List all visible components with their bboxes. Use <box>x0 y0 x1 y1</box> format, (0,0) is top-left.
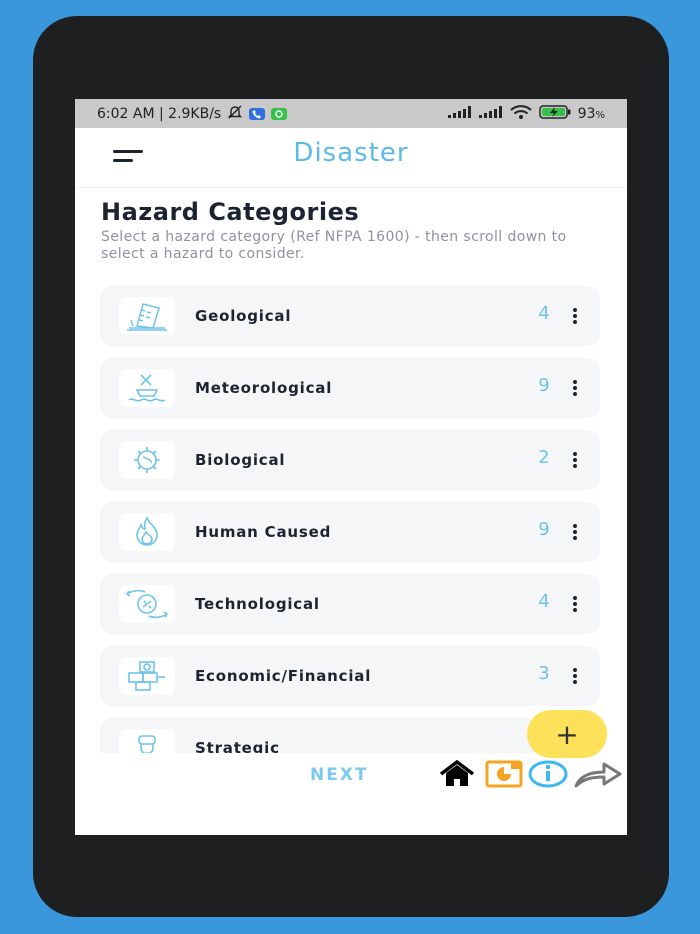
category-count: 4 <box>538 303 550 324</box>
category-label: Geological <box>195 307 292 325</box>
category-item-meteorological[interactable]: Meteorological 9 <box>100 358 600 418</box>
signal-icon <box>447 105 472 122</box>
category-item-technological[interactable]: Technological 4 <box>100 574 600 634</box>
share-icon[interactable] <box>574 760 624 792</box>
info-icon[interactable] <box>528 760 568 792</box>
status-bar: 6:02 AM | 2.9KB/s 93% <box>75 99 627 128</box>
category-item-biological[interactable]: Biological 2 <box>100 430 600 490</box>
wifi-icon <box>509 104 532 123</box>
app-title: Disaster <box>293 138 409 168</box>
more-options-icon[interactable] <box>570 668 580 684</box>
category-item-economic-financial[interactable]: Economic/Financial 3 <box>100 646 600 706</box>
mute-bell-icon <box>227 104 243 124</box>
flood-icon <box>119 369 175 407</box>
call-notification-icon <box>249 107 266 120</box>
category-count: 2 <box>538 447 550 468</box>
category-label: Economic/Financial <box>195 667 372 685</box>
category-count: 3 <box>538 663 550 684</box>
battery-icon <box>538 104 571 123</box>
cycle-arrows-icon <box>119 585 175 623</box>
currency-blocks-icon <box>119 657 175 695</box>
more-options-icon[interactable] <box>570 308 580 324</box>
battery-unit: % <box>595 109 605 121</box>
page-subtitle: Select a hazard category (Ref NFPA 1600)… <box>101 229 567 262</box>
category-count: 9 <box>538 519 550 540</box>
virus-icon <box>119 441 175 479</box>
category-item-geological[interactable]: Geological 4 <box>100 286 600 346</box>
category-label: Human Caused <box>195 523 332 541</box>
report-icon[interactable] <box>485 760 523 792</box>
category-count: 9 <box>538 375 550 396</box>
category-label: Meteorological <box>195 379 333 397</box>
fire-icon <box>119 513 175 551</box>
category-label: Technological <box>195 595 320 613</box>
app-bar: Disaster <box>75 128 627 188</box>
category-list: Geological 4 Meteorological 9 Biological… <box>100 286 600 753</box>
next-button[interactable]: NEXT <box>310 765 369 785</box>
battery-level: 93 <box>577 105 596 122</box>
more-options-icon[interactable] <box>570 596 580 612</box>
category-label: Biological <box>195 451 286 469</box>
more-options-icon[interactable] <box>570 452 580 468</box>
person-icon <box>119 729 175 753</box>
app-notification-icon <box>271 107 288 120</box>
page-title: Hazard Categories <box>101 198 360 226</box>
more-options-icon[interactable] <box>570 380 580 396</box>
category-item-strategic[interactable]: Strategic <box>100 718 600 753</box>
add-button[interactable]: + <box>527 710 607 758</box>
building-collapse-icon <box>119 297 175 335</box>
category-label: Strategic <box>195 739 280 753</box>
category-count: 4 <box>538 591 550 612</box>
more-options-icon[interactable] <box>570 524 580 540</box>
status-time: 6:02 AM | 2.9KB/s <box>97 105 222 122</box>
category-item-human-caused[interactable]: Human Caused 9 <box>100 502 600 562</box>
bottom-bar: NEXT <box>75 754 627 794</box>
signal-icon-2 <box>478 105 503 122</box>
phone-screen: 6:02 AM | 2.9KB/s 93% Disaster Hazard Ca… <box>75 99 627 835</box>
home-icon[interactable] <box>438 759 476 792</box>
